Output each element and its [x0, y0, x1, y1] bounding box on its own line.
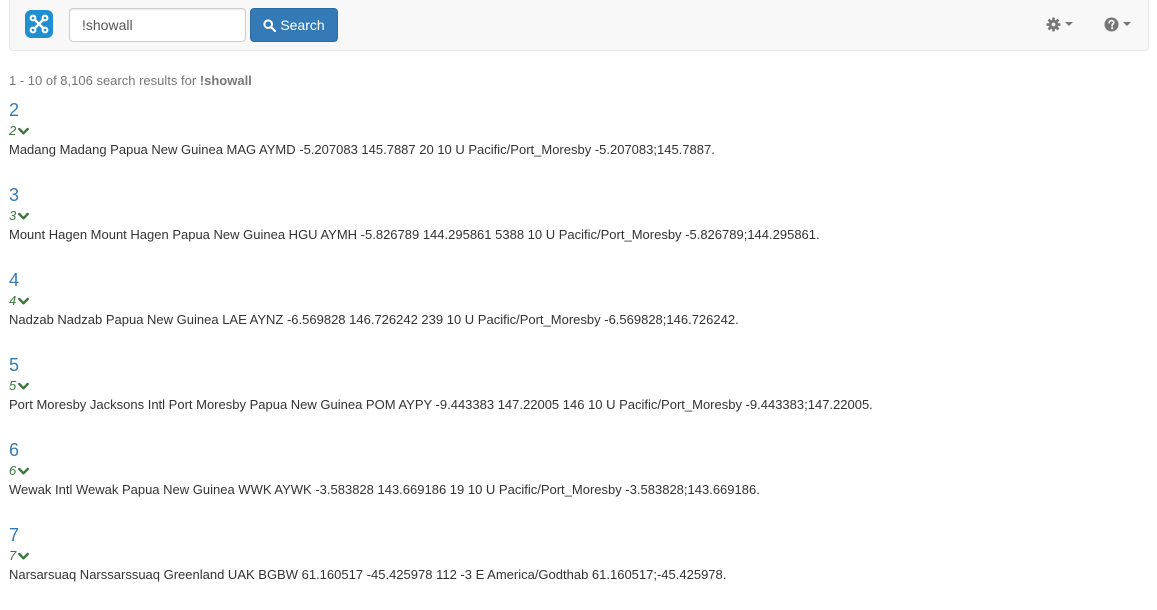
chevron-down-icon[interactable]	[18, 552, 30, 561]
result-item: 7 7 Narsarsuaq Narssarssuaq Greenland UAK …	[9, 525, 1149, 610]
result-item: 2 2 Madang Madang Papua New Guinea MAG AYM…	[9, 100, 1149, 185]
results-summary-range: 1 - 10 of 8,106 search results for	[9, 73, 200, 88]
result-subtitle[interactable]: 3	[9, 206, 1149, 226]
result-subtitle-text: 5	[9, 378, 17, 393]
result-subtitle[interactable]: 4	[9, 291, 1149, 311]
result-subtitle-text: 6	[9, 463, 17, 478]
result-subtitle[interactable]: 5	[9, 376, 1149, 396]
result-title-link[interactable]: 4	[9, 270, 19, 290]
result-item: 4 4 Nadzab Nadzab Papua New Guinea LAE AYN…	[9, 270, 1149, 355]
results-list: 2 2 Madang Madang Papua New Guinea MAG AYM…	[9, 100, 1149, 610]
result-body: Narsarsuaq Narssarssuaq Greenland UAK BG…	[9, 567, 727, 582]
result-title-link[interactable]: 2	[9, 100, 19, 120]
chevron-down-icon[interactable]	[18, 467, 30, 476]
results-summary-query: !showall	[199, 73, 252, 88]
result-item: 5 5 Port Moresby Jacksons Intl Port Moresb…	[9, 355, 1149, 440]
result-title-link[interactable]: 6	[9, 440, 19, 460]
result-body: Wewak Intl Wewak Papua New Guinea WWK AY…	[9, 482, 760, 497]
result-title-link[interactable]: 5	[9, 355, 19, 375]
chevron-down-icon[interactable]	[18, 297, 30, 306]
result-title-link[interactable]: 7	[9, 525, 19, 545]
question-circle-icon	[1104, 16, 1119, 32]
result-subtitle-text: 4	[9, 293, 17, 308]
caret-down-icon	[1065, 22, 1073, 26]
chevron-down-icon[interactable]	[18, 212, 30, 221]
result-subtitle-text: 7	[9, 548, 17, 563]
magnifier-icon	[263, 18, 277, 32]
result-subtitle[interactable]: 7	[9, 546, 1149, 566]
result-subtitle[interactable]: 6	[9, 461, 1149, 481]
settings-dropdown[interactable]	[1046, 14, 1073, 34]
result-subtitle-text: 3	[9, 208, 17, 223]
result-subtitle[interactable]: 2	[9, 121, 1149, 141]
app-logo-icon[interactable]	[25, 10, 53, 38]
search-button[interactable]: Search	[250, 8, 338, 42]
gear-icon	[1046, 16, 1061, 32]
help-dropdown[interactable]	[1104, 14, 1131, 34]
result-title-link[interactable]: 3	[9, 185, 19, 205]
result-item: 3 3 Mount Hagen Mount Hagen Papua New Guin…	[9, 185, 1149, 270]
result-body: Mount Hagen Mount Hagen Papua New Guinea…	[9, 227, 820, 242]
result-body: Port Moresby Jacksons Intl Port Moresby …	[9, 397, 873, 412]
caret-down-icon	[1123, 22, 1131, 26]
chevron-down-icon[interactable]	[18, 127, 30, 136]
result-body: Madang Madang Papua New Guinea MAG AYMD …	[9, 142, 715, 157]
chevron-down-icon[interactable]	[18, 382, 30, 391]
results-summary: 1 - 10 of 8,106 search results for !show…	[9, 73, 252, 88]
search-input[interactable]	[69, 8, 246, 42]
search-button-label: Search	[280, 17, 325, 33]
result-subtitle-text: 2	[9, 123, 17, 138]
result-item: 6 6 Wewak Intl Wewak Papua New Guinea WWK …	[9, 440, 1149, 525]
navbar: Search	[9, 0, 1149, 51]
result-body: Nadzab Nadzab Papua New Guinea LAE AYNZ …	[9, 312, 739, 327]
